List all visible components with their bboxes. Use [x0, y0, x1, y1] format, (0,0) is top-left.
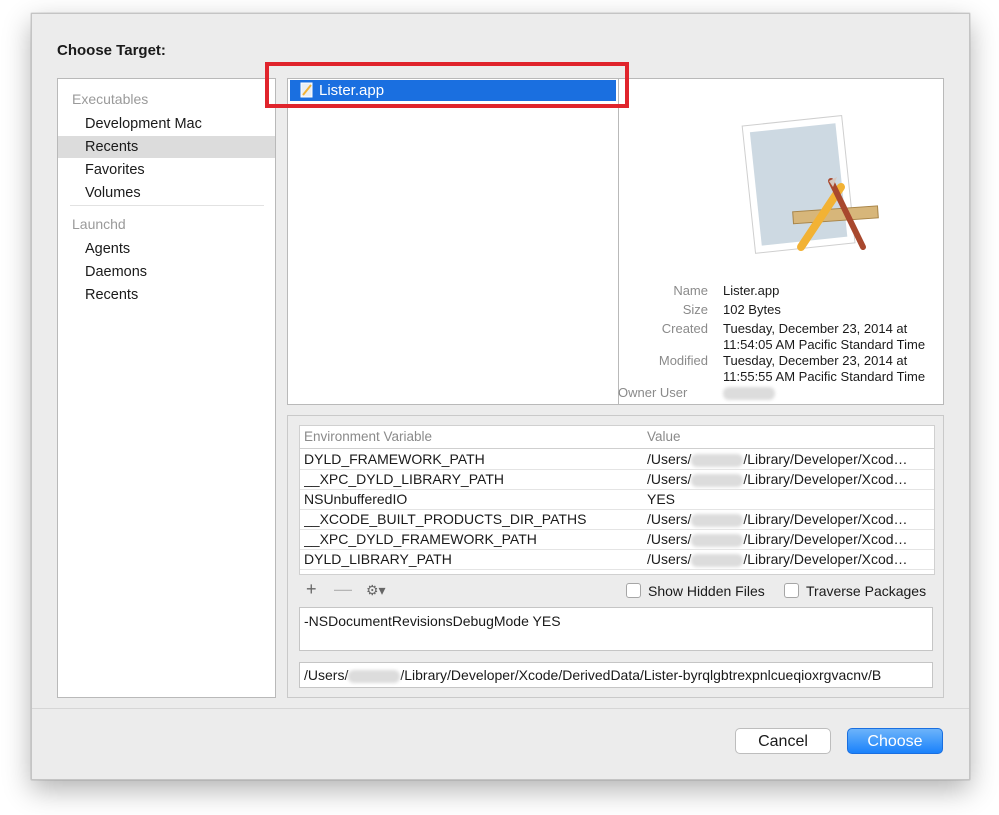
- cancel-button[interactable]: Cancel: [735, 728, 831, 754]
- env-variable-value: /Users//Library/Developer/Xcod…: [647, 511, 908, 527]
- table-row[interactable]: __XPC_DYLD_LIBRARY_PATH /Users//Library/…: [300, 469, 934, 490]
- choose-button[interactable]: Choose: [847, 728, 943, 754]
- sidebar-item-agents[interactable]: Agents: [58, 238, 275, 260]
- sidebar-item-favorites[interactable]: Favorites: [58, 159, 275, 181]
- size-value: 102 Bytes: [723, 302, 781, 317]
- show-hidden-files-checkbox[interactable]: Show Hidden Files: [626, 582, 765, 600]
- environment-table-header: Environment Variable Value: [300, 426, 934, 449]
- choose-target-dialog: Choose Target: Executables Development M…: [31, 13, 970, 780]
- env-variable-value: /Users//Library/Developer/Xcod…: [647, 471, 908, 487]
- modified-value-line2: 11:55:55 AM Pacific Standard Time: [723, 369, 926, 384]
- sidebar: Executables Development Mac Recents Favo…: [57, 78, 276, 698]
- owner-user-value-redacted: [723, 385, 775, 401]
- checkbox-box[interactable]: [784, 583, 799, 598]
- env-variable-value: /Users//Library/Developer/Xcod…: [647, 551, 908, 567]
- modified-label: Modified: [658, 353, 708, 368]
- env-variable-name: __XPC_DYLD_FRAMEWORK_PATH: [304, 531, 537, 547]
- file-column[interactable]: Lister.app: [288, 79, 619, 404]
- created-label: Created: [661, 321, 708, 336]
- gear-icon[interactable]: ⚙▾: [366, 582, 386, 599]
- env-variable-name: DYLD_LIBRARY_PATH: [304, 551, 452, 567]
- path-field[interactable]: /Users//Library/Developer/Xcode/DerivedD…: [299, 662, 933, 688]
- owner-user-label: Owner User: [618, 385, 688, 400]
- show-hidden-files-label: Show Hidden Files: [648, 583, 765, 599]
- env-variable-name: __XCODE_BUILT_PRODUCTS_DIR_PATHS: [304, 511, 587, 527]
- table-row[interactable]: __XPC_DYLD_FRAMEWORK_PATH /Users//Librar…: [300, 529, 934, 550]
- name-value: Lister.app: [723, 283, 780, 298]
- annotation-highlight-box: [265, 62, 629, 108]
- sidebar-separator: [70, 205, 264, 206]
- env-variable-value: /Users//Library/Developer/Xcod…: [647, 531, 908, 547]
- env-variable-name: __XPC_DYLD_LIBRARY_PATH: [304, 471, 504, 487]
- created-value-line1: Tuesday, December 23, 2014 at: [723, 321, 908, 336]
- traverse-packages-label: Traverse Packages: [806, 583, 927, 599]
- sidebar-item-development-mac[interactable]: Development Mac: [58, 113, 275, 135]
- sidebar-item-launchd-recents[interactable]: Recents: [58, 284, 275, 306]
- column-header-variable[interactable]: Environment Variable: [304, 426, 432, 448]
- remove-variable-button[interactable]: —: [334, 579, 352, 600]
- env-variable-value: /Users//Library/Developer/Xcod…: [647, 451, 908, 467]
- table-row[interactable]: DYLD_FRAMEWORK_PATH /Users//Library/Deve…: [300, 449, 934, 470]
- traverse-packages-checkbox[interactable]: Traverse Packages: [784, 582, 926, 600]
- add-variable-button[interactable]: +: [306, 579, 317, 600]
- table-row[interactable]: __XCODE_BUILT_PRODUCTS_DIR_PATHS /Users/…: [300, 509, 934, 530]
- env-variable-name: DYLD_FRAMEWORK_PATH: [304, 451, 485, 467]
- environment-table: Environment Variable Value DYLD_FRAMEWOR…: [299, 425, 935, 575]
- table-row[interactable]: DYLD_LIBRARY_PATH /Users//Library/Develo…: [300, 549, 934, 570]
- created-value-line2: 11:54:05 AM Pacific Standard Time: [723, 337, 926, 352]
- footer-separator: [32, 708, 969, 709]
- arguments-field[interactable]: -NSDocumentRevisionsDebugMode YES: [299, 607, 933, 651]
- env-variable-name: NSUnbufferedIO: [304, 491, 408, 507]
- sidebar-item-volumes[interactable]: Volumes: [58, 182, 275, 204]
- name-label: Name: [673, 283, 708, 298]
- size-label: Size: [682, 302, 708, 317]
- modified-value-line1: Tuesday, December 23, 2014 at: [723, 353, 908, 368]
- sidebar-header-launchd: Launchd: [72, 216, 126, 232]
- file-browser: Lister.app Name Lister.app Size 102 Byte…: [287, 78, 944, 405]
- env-variable-value: YES: [647, 491, 676, 507]
- application-preview-icon: [741, 115, 879, 254]
- table-row[interactable]: NSUnbufferedIO YES: [300, 489, 934, 510]
- sidebar-header-executables: Executables: [72, 91, 149, 107]
- checkbox-box[interactable]: [626, 583, 641, 598]
- environment-panel: Environment Variable Value DYLD_FRAMEWOR…: [287, 415, 944, 698]
- sidebar-item-recents[interactable]: Recents: [58, 136, 275, 158]
- column-header-value[interactable]: Value: [647, 426, 681, 448]
- sidebar-item-daemons[interactable]: Daemons: [58, 261, 275, 283]
- dialog-title: Choose Target:: [57, 42, 166, 59]
